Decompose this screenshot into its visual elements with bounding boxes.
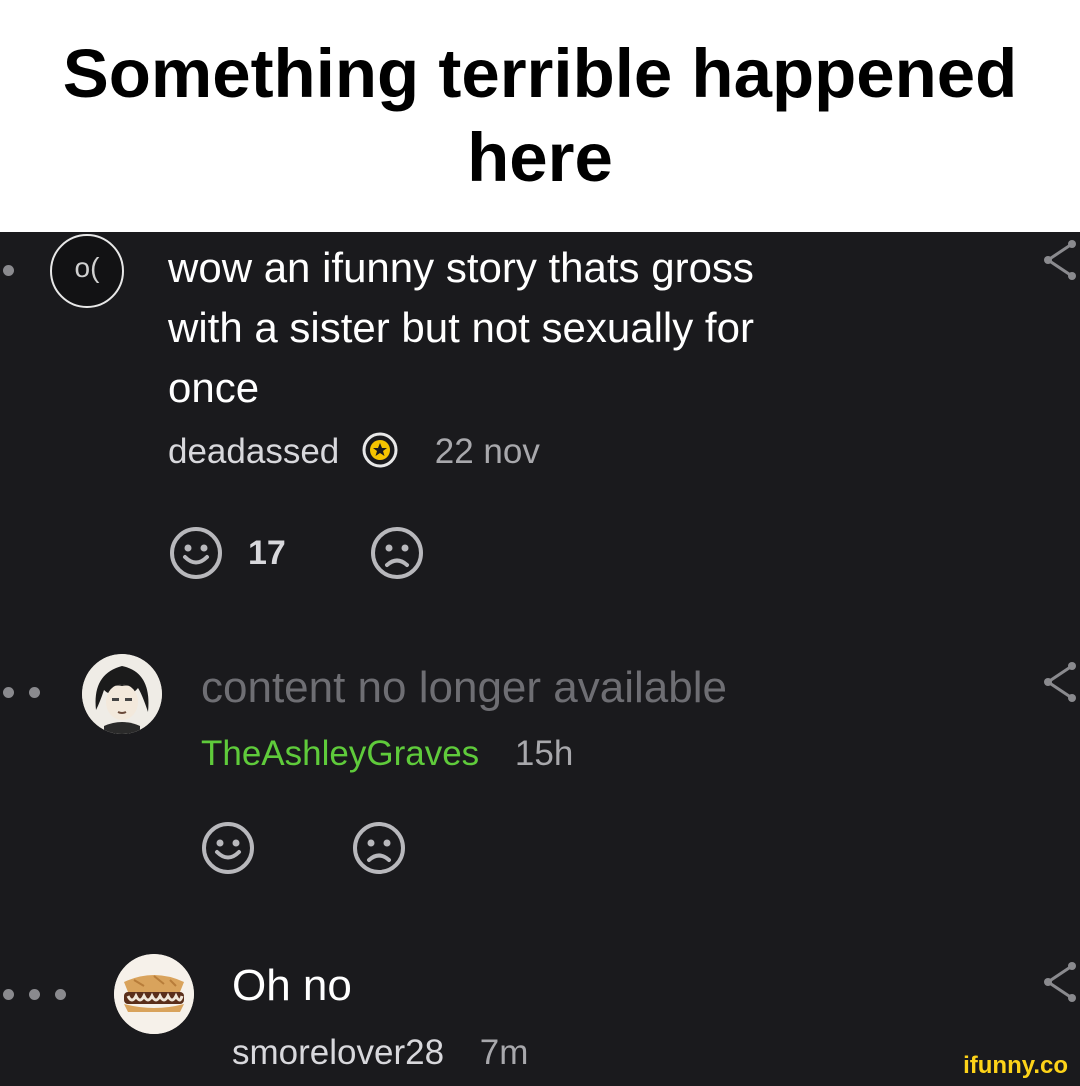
- comment-meta: TheAshleyGraves 15h: [201, 732, 573, 776]
- avatar-text: o(: [74, 252, 100, 283]
- username[interactable]: smorelover28: [232, 1033, 444, 1072]
- comment-text-removed: content no longer available: [201, 663, 727, 712]
- reply-share-button[interactable]: [1040, 660, 1080, 709]
- avatar[interactable]: [82, 654, 162, 734]
- thread-depth-dot: [29, 687, 40, 698]
- comment-meta: deadassed 22 nov: [168, 430, 540, 480]
- ifunny-watermark: ifunny.co: [963, 1052, 1068, 1079]
- thread-depth-dot: [3, 687, 14, 698]
- smore-avatar-icon: [114, 954, 194, 1034]
- avatar[interactable]: [114, 954, 194, 1034]
- reply-share-button[interactable]: [1040, 960, 1080, 1009]
- comment-meta: smorelover28 7m: [232, 1031, 528, 1075]
- frown-icon: [353, 822, 405, 874]
- timestamp: 22 nov: [434, 432, 540, 471]
- meme-title: Something terrible happened here: [20, 32, 1060, 200]
- thread-depth-dot: [3, 265, 14, 276]
- avatar[interactable]: o(: [50, 234, 124, 308]
- meme-header: Something terrible happened here: [0, 0, 1080, 232]
- thread-depth-dot: [55, 989, 66, 1000]
- comment-text: Oh no: [232, 961, 352, 1010]
- smile-icon: [170, 527, 222, 579]
- comment-text-line1: wow an ifunny story thats gross: [168, 244, 754, 291]
- comment-text-line3: once: [168, 364, 260, 411]
- anime-avatar-icon: [82, 654, 162, 734]
- username[interactable]: TheAshleyGraves: [201, 734, 479, 773]
- share-icon: [1044, 662, 1076, 702]
- thread-depth-dot: [3, 989, 14, 1000]
- smile-button[interactable]: [169, 526, 223, 585]
- comment-text: wow an ifunny story thats gross with a s…: [168, 238, 754, 418]
- reply-share-button[interactable]: [1040, 238, 1080, 287]
- share-icon: [1044, 962, 1076, 1002]
- comment-text-line2: with a sister but not sexually for: [168, 304, 754, 351]
- share-icon: [1044, 240, 1076, 280]
- comment-thread: o( wow an ifunny story thats gross with …: [0, 232, 1080, 1086]
- smile-icon: [202, 822, 254, 874]
- smile-button[interactable]: [201, 821, 255, 880]
- meme-title-line2: here: [467, 119, 613, 196]
- frown-icon: [371, 527, 423, 579]
- timestamp: 7m: [479, 1033, 529, 1072]
- timestamp: 15h: [514, 734, 574, 773]
- meme-title-line1: Something terrible happened: [62, 35, 1018, 112]
- verified-star-badge-icon: [361, 431, 399, 480]
- unsmile-button[interactable]: [370, 526, 424, 585]
- smile-count: 17: [248, 534, 286, 572]
- thread-depth-dot: [29, 989, 40, 1000]
- unsmile-button[interactable]: [352, 821, 406, 880]
- username[interactable]: deadassed: [168, 432, 339, 471]
